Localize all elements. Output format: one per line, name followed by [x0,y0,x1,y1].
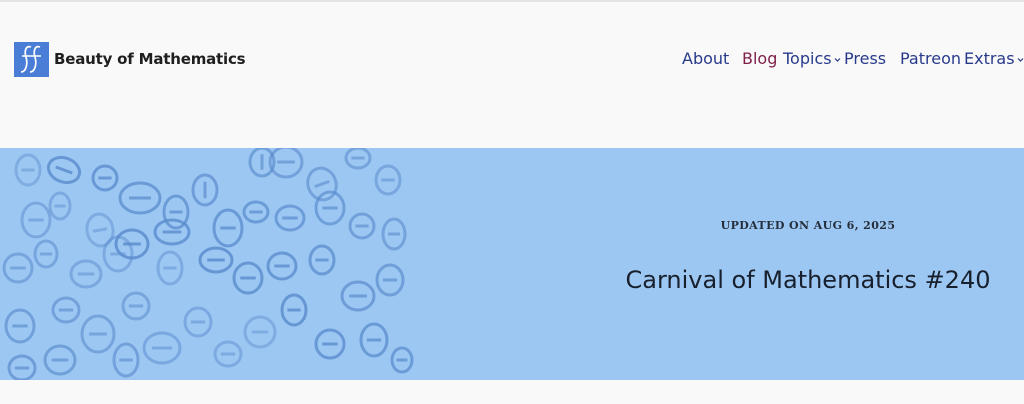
theta-symbol [7,354,37,380]
theta-symbol [85,212,115,248]
nav-extras-link[interactable]: Extras [964,48,1024,70]
theta-symbol [91,164,119,192]
theta-symbol [33,239,59,269]
theta-symbol [308,244,336,276]
theta-symbol [142,331,182,365]
theta-symbol [344,148,372,170]
nav-blog-link[interactable]: Blog [742,48,777,70]
chevron-down-icon [834,58,841,62]
theta-symbol [43,344,77,376]
theta-symbol [243,315,277,349]
theta-symbol [191,173,219,207]
main-nav: About Blog Topics Press Patreon Extras [0,48,1024,70]
theta-symbol [14,153,42,187]
theta-symbol [183,306,213,338]
theta-symbol [121,291,151,321]
post-updated-date: UPDATED ON AUG 6, 2025 [720,219,896,232]
theta-symbol [156,250,184,286]
theta-symbol [69,259,103,289]
theta-symbol [213,340,243,368]
post-hero: UPDATED ON AUG 6, 2025 Carnival of Mathe… [0,148,1024,380]
theta-symbol [212,208,244,248]
theta-symbol [198,246,234,274]
theta-symbol [112,342,140,378]
theta-symbol [374,164,402,196]
nav-topics-label: Topics [783,49,832,68]
theta-symbol [340,280,376,312]
theta-symbol [314,328,346,360]
theta-symbol [348,212,376,240]
post-title: Carnival of Mathematics #240 [625,266,991,294]
theta-symbol [242,200,270,224]
theta-symbol [153,218,191,246]
theta-symbol [4,308,36,344]
theta-symbol [48,191,72,221]
theta-symbol [102,235,134,273]
nav-topics-link[interactable]: Topics [783,48,842,70]
page-bottom-strip [0,380,1024,404]
theta-symbol [51,296,81,324]
site-header: Beauty of Mathematics About Blog Topics … [0,2,1024,148]
theta-symbol [375,263,405,297]
theta-symbol [2,252,34,284]
nav-patreon-link[interactable]: Patreon [900,48,961,70]
nav-extras-label: Extras [964,49,1015,68]
theta-symbol [20,201,52,239]
theta-symbol [280,293,308,327]
theta-symbol [266,251,298,281]
nav-press-link[interactable]: Press [844,48,886,70]
theta-symbol [118,181,162,215]
theta-symbol [80,314,116,354]
theta-symbol [232,261,264,295]
nav-about-link[interactable]: About [682,48,729,70]
theta-symbol [46,155,82,185]
chevron-down-icon [1017,58,1024,62]
theta-symbols-pattern [2,148,414,380]
theta-symbol [359,322,389,358]
theta-symbol [381,217,407,251]
theta-symbol [274,204,306,232]
theta-symbol [306,166,338,202]
theta-symbol [390,346,414,374]
